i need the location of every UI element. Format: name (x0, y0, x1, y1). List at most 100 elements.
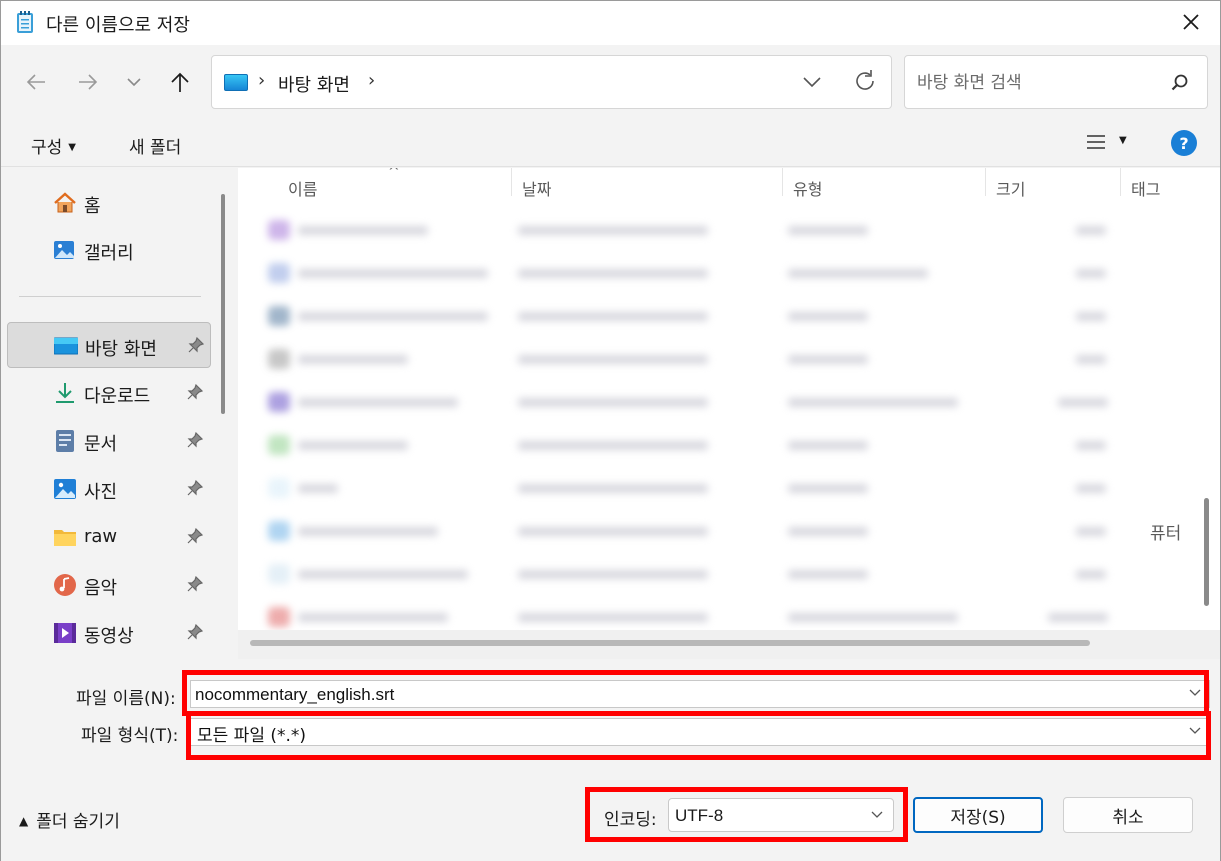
chevron-up-icon: ▲ (19, 814, 29, 828)
desktop-icon (54, 337, 78, 355)
pin-icon[interactable] (187, 384, 203, 400)
refresh-icon[interactable] (852, 68, 878, 94)
pin-icon[interactable] (188, 337, 204, 353)
list-item[interactable] (268, 349, 1128, 369)
save-as-dialog: 다른 이름으로 저장 › 바탕 화면 › 바탕 화면 검색 구성 ▼ 새 폴더 … (0, 0, 1221, 861)
caret-down-icon[interactable]: ▼ (1119, 135, 1127, 146)
music-icon (54, 574, 76, 596)
list-item[interactable] (268, 392, 1128, 412)
list-item[interactable] (268, 607, 1128, 627)
sidebar-item-documents[interactable]: 문서 (7, 418, 211, 464)
sidebar-item-label: 바탕 화면 (85, 339, 157, 360)
up-button[interactable] (165, 67, 195, 97)
divider (19, 296, 201, 297)
picture-icon (54, 479, 76, 499)
sidebar-scrollbar[interactable] (221, 194, 225, 414)
help-button[interactable]: ? (1171, 130, 1197, 156)
horizontal-scrollbar[interactable] (250, 640, 1090, 646)
pin-icon[interactable] (187, 528, 203, 544)
breadcrumb-separator-icon: › (258, 70, 266, 91)
sidebar-item-label: 사진 (84, 482, 118, 503)
view-options-icon[interactable] (1085, 133, 1107, 151)
organize-button[interactable]: 구성 ▼ (31, 133, 76, 158)
sort-ascending-icon: ^ (388, 168, 400, 180)
column-separator[interactable] (1120, 168, 1121, 196)
sidebar-item-label: raw (84, 526, 118, 547)
list-item[interactable] (268, 220, 1128, 240)
new-folder-button[interactable]: 새 폴더 (129, 133, 181, 158)
sidebar-item-label: 갤러리 (84, 243, 134, 264)
search-box[interactable] (904, 55, 1208, 109)
encoding-value: UTF-8 (675, 806, 724, 825)
recent-locations-button[interactable] (119, 67, 149, 97)
arrow-right-icon (79, 74, 98, 90)
chevron-down-icon[interactable] (802, 70, 822, 94)
gallery-icon (54, 241, 74, 259)
column-header-date[interactable]: 날짜 (522, 176, 551, 200)
column-header-tags[interactable]: 태그 (1131, 176, 1160, 200)
column-header-name[interactable]: 이름 (288, 176, 317, 200)
notepad-icon (17, 11, 33, 33)
caret-down-icon: ▼ (68, 142, 76, 153)
chevron-down-icon (871, 811, 883, 818)
close-icon[interactable] (1178, 9, 1204, 35)
command-bar: 구성 ▼ 새 폴더 ▼ ? (1, 121, 1220, 167)
column-header-type[interactable]: 유형 (793, 176, 822, 200)
document-icon (56, 430, 74, 452)
list-item[interactable] (268, 564, 1128, 584)
sidebar-item-label: 동영상 (84, 626, 134, 647)
address-bar[interactable]: › 바탕 화면 › (211, 55, 892, 109)
column-header-size[interactable]: 크기 (996, 176, 1025, 200)
breadcrumb-location[interactable]: 바탕 화면 (278, 71, 350, 97)
sidebar-item-raw[interactable]: raw (7, 514, 211, 560)
pin-icon[interactable] (187, 432, 203, 448)
pin-icon[interactable] (187, 624, 203, 640)
list-item[interactable] (268, 435, 1128, 455)
sidebar-item-gallery[interactable]: 갤러리 (7, 227, 211, 273)
pin-icon[interactable] (187, 576, 203, 592)
filename-label: 파일 이름(N): (76, 689, 176, 709)
save-form: 파일 이름(N): 파일 형식(T): 모든 파일 (*.*) ▲폴더 숨기기 … (1, 659, 1220, 861)
sidebar-item-music[interactable]: 음악 (7, 562, 211, 608)
back-button[interactable] (21, 67, 51, 97)
highlight-box (182, 670, 1209, 716)
sidebar-item-home[interactable]: 홈 (7, 180, 211, 226)
hide-folders-label: 폴더 숨기기 (36, 812, 120, 832)
breadcrumb-chevron-icon[interactable]: › (368, 70, 375, 91)
download-icon (56, 383, 74, 403)
search-icon[interactable] (1171, 74, 1189, 92)
sidebar-item-label: 홈 (84, 196, 101, 217)
save-button[interactable]: 저장(S) (913, 797, 1043, 833)
video-icon (54, 623, 76, 643)
file-list: ^ 이름 날짜 유형 크기 태그 퓨터 (238, 168, 1220, 659)
pin-icon[interactable] (187, 480, 203, 496)
cancel-button[interactable]: 취소 (1063, 797, 1193, 833)
list-item[interactable] (268, 306, 1128, 326)
chevron-down-icon (127, 78, 141, 87)
title-bar: 다른 이름으로 저장 (1, 1, 1220, 45)
folder-icon (54, 530, 76, 546)
column-separator[interactable] (511, 168, 512, 196)
desktop-icon (224, 74, 248, 91)
encoding-label: 인코딩: (604, 810, 657, 830)
arrow-up-icon (171, 72, 189, 92)
clipped-column-text: 퓨터 (1150, 524, 1182, 544)
column-separator[interactable] (782, 168, 783, 196)
sidebar-item-desktop[interactable]: 바탕 화면 (7, 322, 211, 368)
vertical-scrollbar[interactable] (1204, 498, 1209, 606)
navigation-pane: 홈 갤러리 바탕 화면 다운로드 문서 사진 raw 음악 동영상 (1, 168, 233, 659)
column-separator[interactable] (985, 168, 986, 196)
sidebar-item-downloads[interactable]: 다운로드 (7, 370, 211, 416)
sidebar-item-label: 음악 (84, 578, 118, 599)
arrow-left-icon (26, 74, 45, 90)
hide-folders-button[interactable]: ▲ 폴더 숨기기 (19, 807, 120, 832)
list-item[interactable] (268, 478, 1128, 498)
sidebar-item-videos[interactable]: 동영상 (7, 610, 211, 656)
new-folder-label: 새 폴더 (129, 138, 182, 158)
list-item[interactable] (268, 263, 1128, 283)
list-item[interactable] (268, 521, 1128, 541)
search-input[interactable] (917, 70, 1157, 96)
encoding-select[interactable]: UTF-8 (668, 798, 894, 832)
forward-button[interactable] (73, 67, 103, 97)
sidebar-item-pictures[interactable]: 사진 (7, 466, 211, 512)
